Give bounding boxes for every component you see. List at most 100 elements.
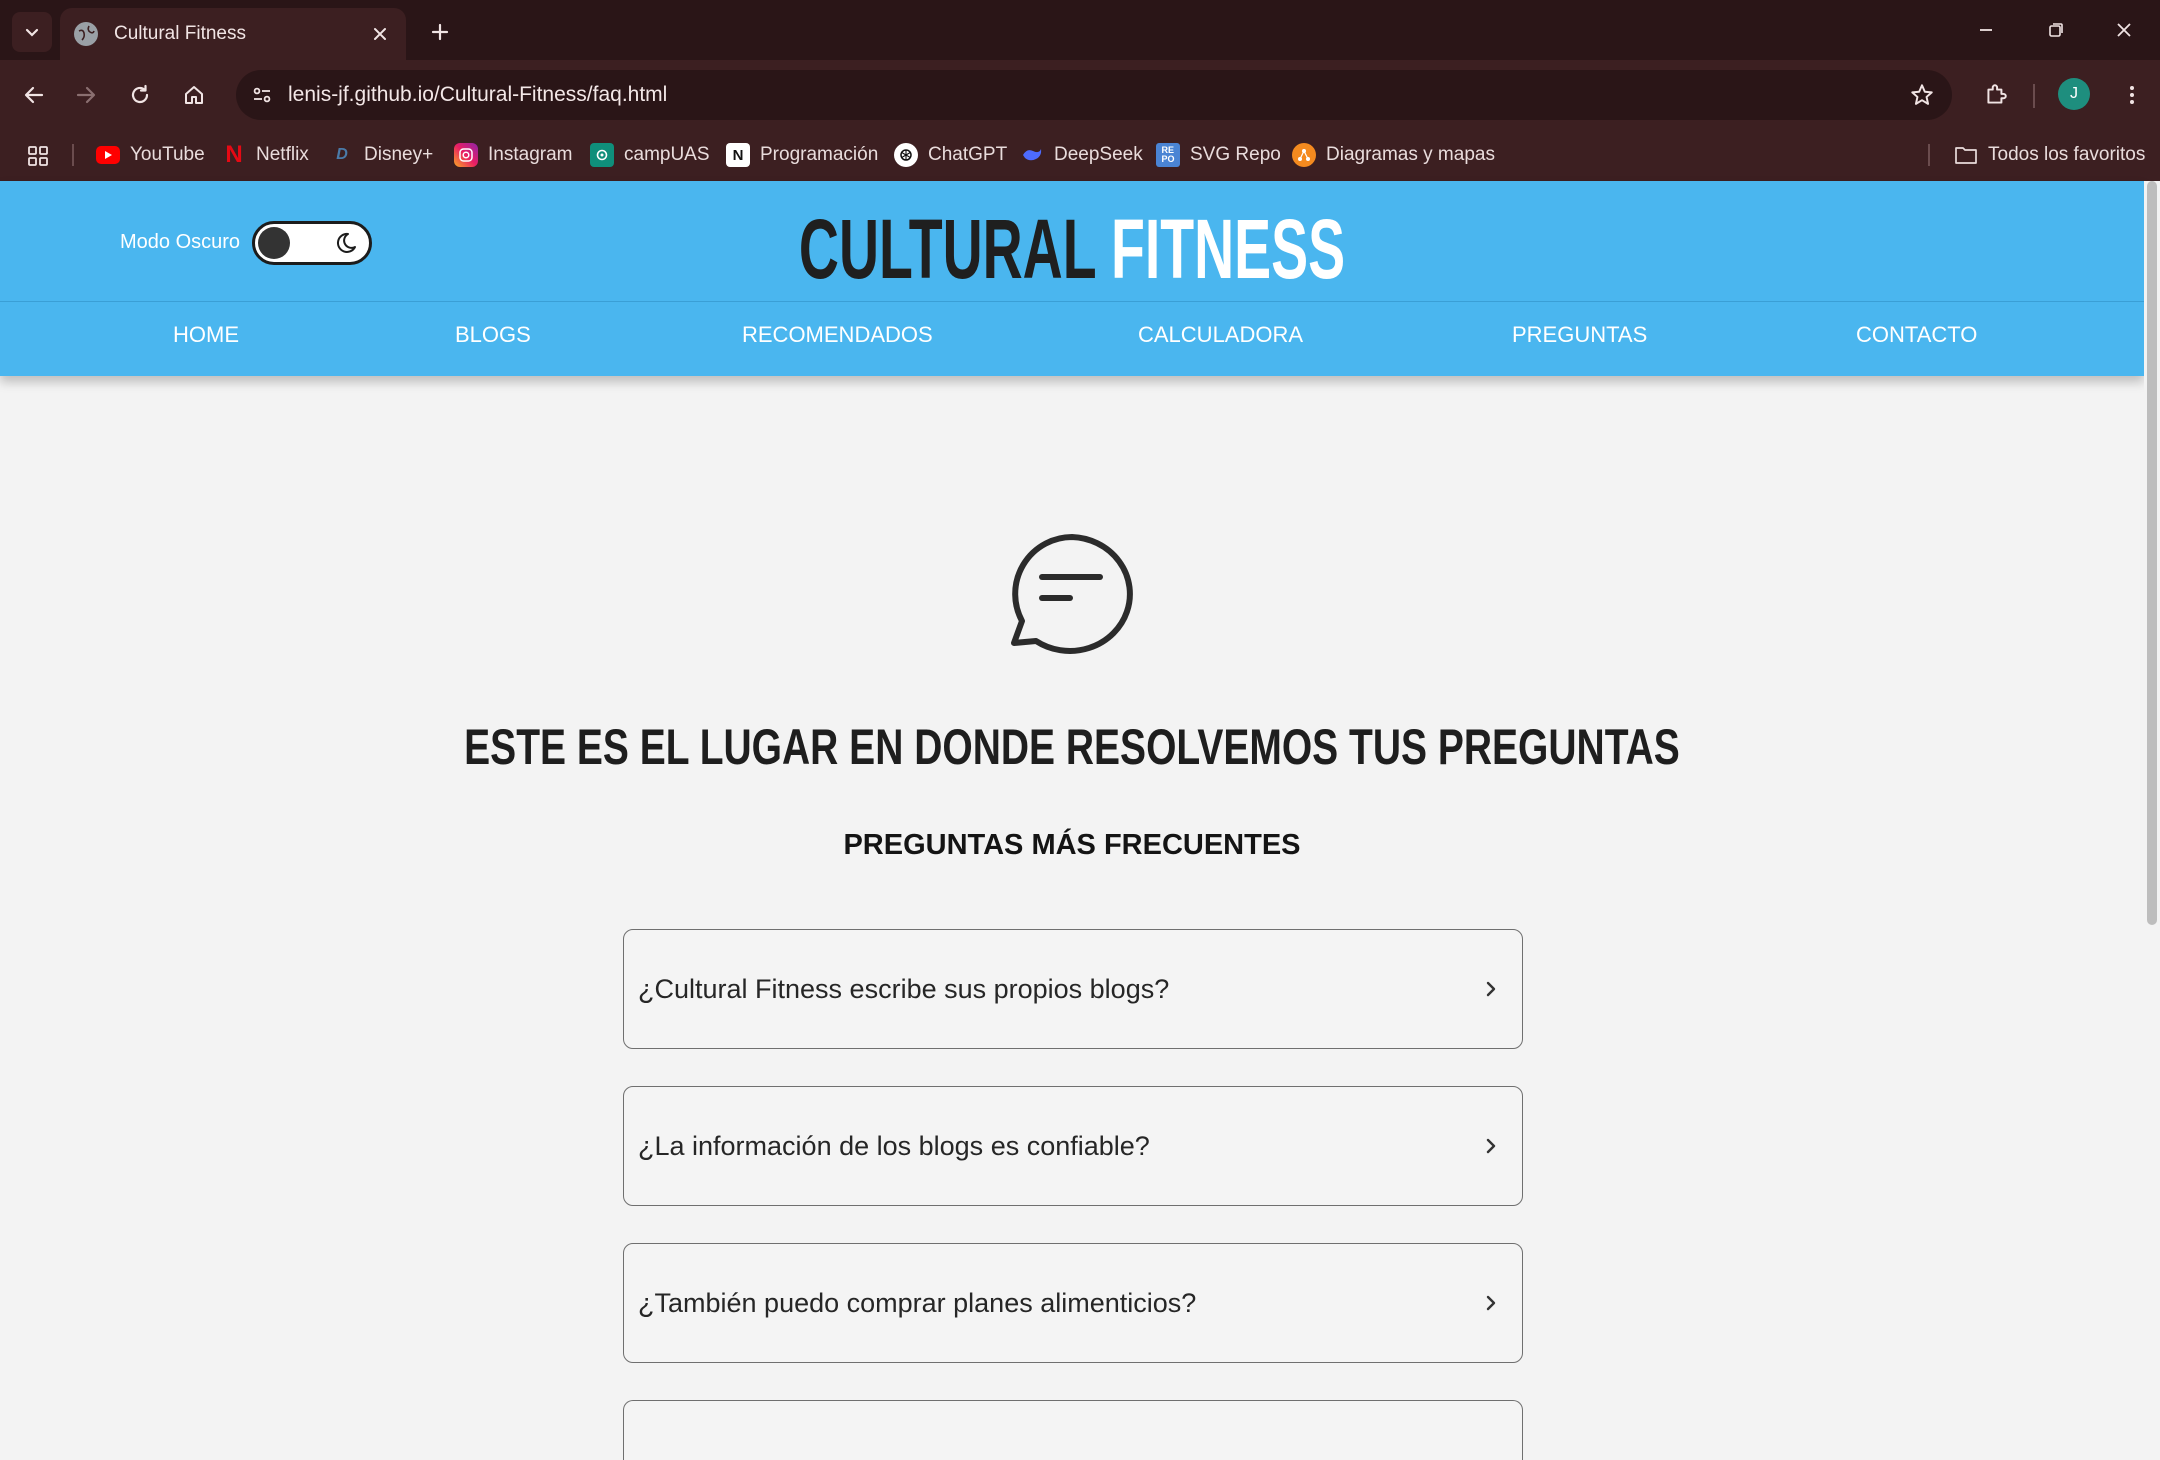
site-logo[interactable]: CULTURAL FITNESS <box>364 199 1779 299</box>
dark-mode-toggle[interactable] <box>252 221 372 265</box>
chevron-down-icon <box>25 28 39 37</box>
active-tab[interactable]: Cultural Fitness <box>60 8 406 60</box>
bookmark-label: Diagramas y mapas <box>1326 144 1495 165</box>
home-button[interactable] <box>172 73 216 117</box>
netflix-icon: N <box>225 141 243 168</box>
deepseek-icon <box>1020 143 1044 167</box>
more-vertical-icon <box>2130 86 2134 104</box>
faq-question: ¿También puedo comprar planes alimentici… <box>638 1287 1197 1318</box>
bookmarks-bar: YouTube N Netflix D Disney+ Instagram ca… <box>0 130 2160 180</box>
bookmark-label: Programación <box>760 144 879 165</box>
minimize-button[interactable] <box>1964 10 2008 50</box>
faq-item[interactable] <box>623 1400 1523 1460</box>
bookmark-youtube[interactable]: YouTube <box>96 138 205 172</box>
notion-icon: N <box>726 143 750 167</box>
faq-item[interactable]: ¿La información de los blogs es confiabl… <box>623 1086 1523 1206</box>
toggle-knob <box>258 227 290 259</box>
dark-mode-label: Modo Oscuro <box>120 231 241 253</box>
bookmark-label: DeepSeek <box>1054 144 1143 165</box>
bookmark-label: campUAS <box>624 144 710 165</box>
nav-recomendados[interactable]: RECOMENDADOS <box>742 322 933 348</box>
faq-question: ¿Cultural Fitness escribe sus propios bl… <box>638 973 1170 1004</box>
plus-icon <box>431 23 449 41</box>
apps-grid-icon[interactable] <box>24 142 52 170</box>
svgrepo-icon: RE PO <box>1156 143 1180 167</box>
all-bookmarks-folder[interactable]: Todos los favoritos <box>1954 138 2145 172</box>
tab-strip: Cultural Fitness <box>0 0 2160 60</box>
browser-toolbar: lenis-jf.github.io/Cultural-Fitness/faq.… <box>0 60 2160 130</box>
bookmark-svgrepo[interactable]: RE PO SVG Repo <box>1156 138 1281 172</box>
url-text[interactable]: lenis-jf.github.io/Cultural-Fitness/faq.… <box>288 83 1900 107</box>
faq-item[interactable]: ¿Cultural Fitness escribe sus propios bl… <box>623 929 1523 1049</box>
bookmark-chatgpt[interactable]: ChatGPT <box>894 138 1007 172</box>
bookmark-label: ChatGPT <box>928 144 1008 165</box>
tab-search-button[interactable] <box>12 12 52 52</box>
bookmark-instagram[interactable]: Instagram <box>454 138 572 172</box>
folder-icon <box>1954 143 1978 167</box>
main-nav: HOME BLOGS RECOMENDADOS CALCULADORA PREG… <box>0 302 2144 376</box>
browser-chrome: Cultural Fitness lenis-jf.github.io/Cult… <box>0 0 2160 181</box>
scrollbar-thumb[interactable] <box>2147 181 2157 925</box>
extensions-button[interactable] <box>1974 73 2018 117</box>
page-viewport: Modo Oscuro CULTURAL FITNESS HOME BLOGS … <box>0 181 2160 1460</box>
bookmark-label: Netflix <box>256 144 309 165</box>
page-scrollbar[interactable] <box>2144 181 2160 1440</box>
site-header: Modo Oscuro CULTURAL FITNESS HOME BLOGS … <box>0 181 2144 376</box>
bookmark-star-icon[interactable] <box>1900 73 1944 117</box>
bookmark-label: Instagram <box>488 144 573 165</box>
chevron-right-icon <box>1476 974 1506 1004</box>
disney-icon: D <box>336 146 348 163</box>
restore-icon <box>2049 23 2063 37</box>
bookmark-label: Disney+ <box>364 144 434 165</box>
bookmark-label: YouTube <box>130 144 205 165</box>
nav-blogs[interactable]: BLOGS <box>455 322 531 348</box>
chatgpt-icon <box>894 143 918 167</box>
bookmark-programacion[interactable]: N Programación <box>726 138 878 172</box>
nav-calculadora[interactable]: CALCULADORA <box>1138 322 1303 348</box>
youtube-icon <box>96 146 120 164</box>
new-tab-button[interactable] <box>424 16 456 48</box>
bookmark-deepseek[interactable]: DeepSeek <box>1020 138 1143 172</box>
nav-home[interactable]: HOME <box>173 322 239 348</box>
close-tab-icon[interactable] <box>368 22 392 46</box>
arrow-left-icon <box>24 86 44 104</box>
close-icon <box>2117 23 2131 37</box>
nav-preguntas[interactable]: PREGUNTAS <box>1512 322 1647 348</box>
tab-title: Cultural Fitness <box>114 23 246 44</box>
bookmark-label: SVG Repo <box>1190 144 1281 165</box>
chevron-right-icon <box>1476 1288 1506 1318</box>
back-button[interactable] <box>12 73 56 117</box>
site-info-icon[interactable] <box>244 77 280 113</box>
faq-subheading: PREGUNTAS MÁS FRECUENTES <box>843 829 1301 861</box>
diagram-icon <box>1292 143 1316 167</box>
bookmark-disney[interactable]: D Disney+ <box>330 138 433 172</box>
bookmark-netflix[interactable]: N Netflix <box>222 138 309 172</box>
campuas-icon <box>590 143 614 167</box>
hero-title: ESTE ES EL LUGAR EN DONDE RESOLVEMOS TUS… <box>464 719 1680 775</box>
bookmark-diagramas[interactable]: Diagramas y mapas <box>1292 138 1495 172</box>
puzzle-icon <box>1987 84 2007 104</box>
bookmark-campuas[interactable]: campUAS <box>590 138 710 172</box>
arrow-right-icon <box>76 86 96 104</box>
minimize-icon <box>1980 29 1992 31</box>
globe-icon <box>74 22 98 46</box>
chat-bubble-icon <box>1011 534 1133 654</box>
chevron-right-icon <box>1476 1131 1506 1161</box>
faq-question: ¿La información de los blogs es confiabl… <box>638 1130 1150 1161</box>
address-bar[interactable]: lenis-jf.github.io/Cultural-Fitness/faq.… <box>236 70 1952 120</box>
nav-contacto[interactable]: CONTACTO <box>1856 322 1977 348</box>
browser-menu-button[interactable] <box>2110 73 2154 117</box>
faq-item[interactable]: ¿También puedo comprar planes alimentici… <box>623 1243 1523 1363</box>
bookmarks-divider <box>1928 144 1930 166</box>
home-icon <box>185 86 203 104</box>
all-bookmarks-label: Todos los favoritos <box>1988 144 2146 165</box>
reload-button[interactable] <box>118 73 162 117</box>
restore-button[interactable] <box>2034 10 2078 50</box>
forward-button[interactable] <box>64 73 108 117</box>
toolbar-divider <box>2033 84 2035 108</box>
close-window-button[interactable] <box>2102 10 2146 50</box>
profile-avatar[interactable]: J <box>2058 78 2090 110</box>
bookmarks-divider <box>72 144 74 166</box>
logo-word-cultural: CULTURAL <box>798 202 1096 296</box>
logo-word-fitness: FITNESS <box>1110 202 1346 296</box>
